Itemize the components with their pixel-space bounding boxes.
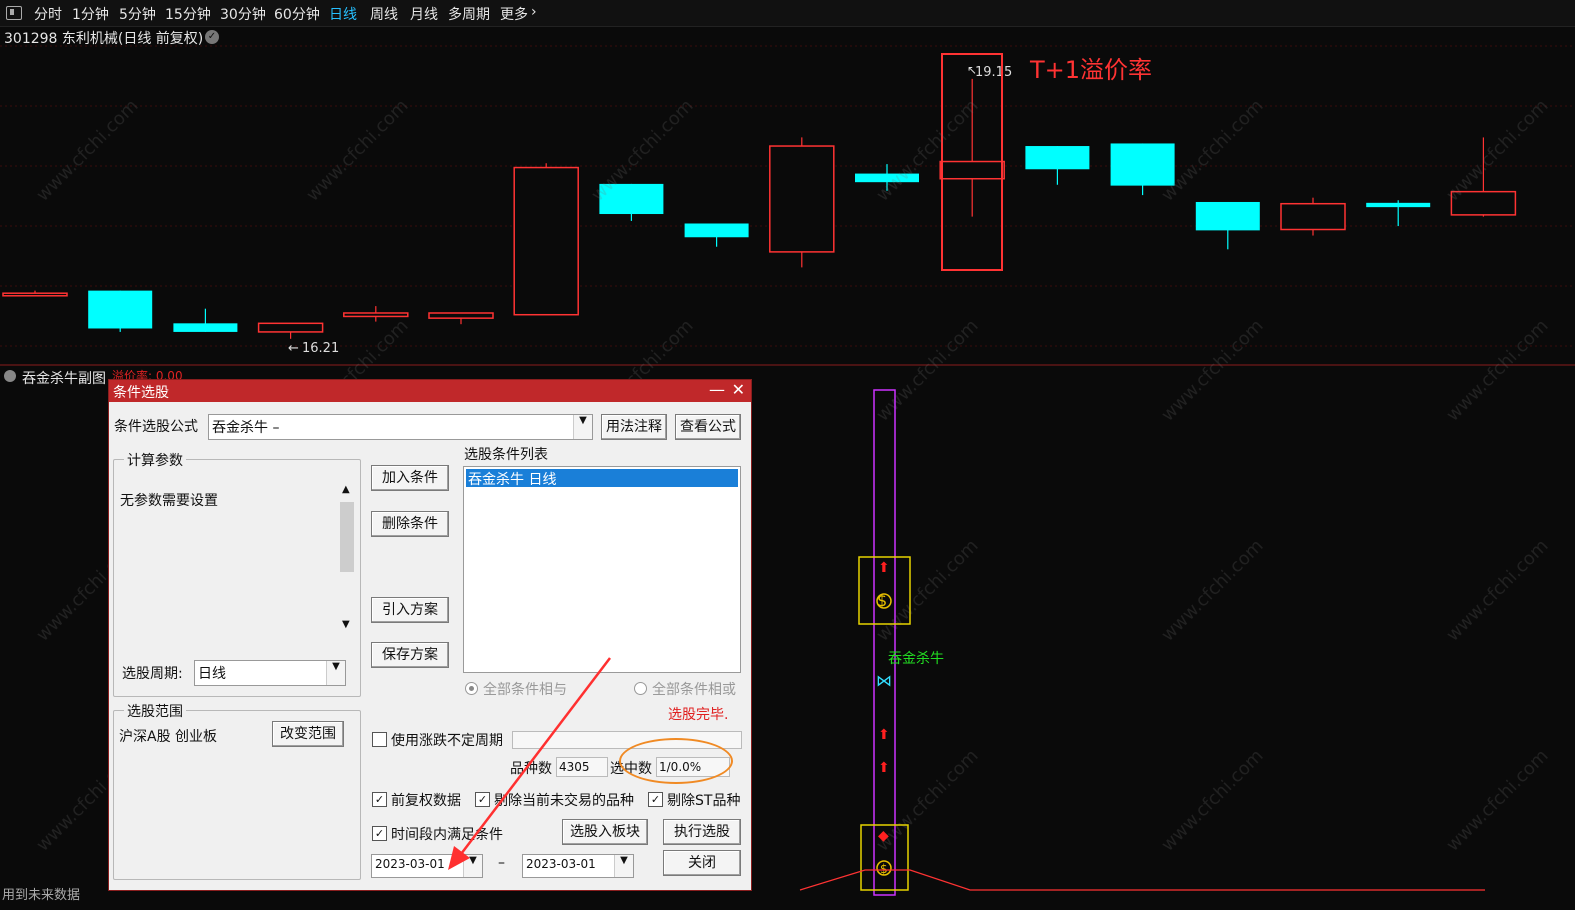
diamond-icon: ◆ [878, 828, 889, 844]
usage-notes-button[interactable]: 用法注释 [601, 414, 667, 440]
candle-body [1280, 202, 1346, 231]
indicator-chart: ⬆ $ 吞金杀牛 ⋈ ⬆ ⬆ ◆ $ [799, 389, 1485, 896]
chevron-up-icon[interactable]: ▲ [342, 484, 350, 495]
candle-body [173, 323, 238, 332]
low-arrow-icon: ← [288, 341, 299, 356]
candle-body [1025, 146, 1090, 170]
arrow-up-icon: ⬆ [878, 727, 890, 743]
view-formula-button[interactable]: 查看公式 [675, 414, 741, 440]
time-range-checkbox[interactable]: ✓ [372, 826, 387, 841]
minimize-icon[interactable]: — [709, 380, 725, 399]
tab-60min[interactable]: 60分钟 [274, 4, 320, 24]
annotation-arrow [448, 657, 611, 870]
add-condition-button[interactable]: 加入条件 [371, 465, 449, 491]
candle-body [1366, 202, 1431, 208]
future-data-label: 用到未来数据 [2, 888, 81, 903]
money-bag-icon: $ [880, 862, 888, 876]
candle-body [1110, 143, 1175, 186]
period-label: 选股周期: [122, 666, 183, 682]
status-text: 选股完毕. [668, 707, 729, 723]
prerights-checkbox[interactable]: ✓ [372, 792, 387, 807]
tab-monthly[interactable]: 月线 [410, 4, 438, 24]
candle-body [257, 322, 324, 333]
highlight-ellipse [619, 738, 733, 784]
chevron-right-icon[interactable]: › [531, 4, 537, 20]
candle-body [1195, 201, 1260, 231]
high-price-label: 19.15 [975, 65, 1012, 80]
low-price-label: 16.21 [302, 341, 339, 356]
candle-body [343, 312, 409, 318]
indicator-line [799, 869, 1485, 891]
candle-body [599, 183, 664, 215]
list-item[interactable]: 吞金杀牛 日线 [466, 469, 738, 488]
butterfly-icon: ⋈ [876, 671, 892, 690]
change-range-button[interactable]: 改变范围 [272, 721, 344, 747]
period-value: 日线 [198, 666, 226, 682]
dialog-title: 条件选股 [113, 385, 169, 401]
tab-daily[interactable]: 日线 [329, 4, 357, 24]
candle-body [1450, 190, 1517, 216]
candle-body [513, 166, 579, 316]
candle-body [684, 223, 749, 238]
signal-column [873, 389, 896, 896]
candle-body [2, 292, 68, 297]
run-selection-button[interactable]: 执行选股 [663, 819, 741, 845]
sub-chart-title: 吞金杀牛副图 [22, 371, 106, 387]
params-group-label: 计算参数 [124, 450, 186, 470]
range-value: 沪深A股 创业板 [119, 729, 218, 745]
condition-list-label: 选股条件列表 [464, 447, 548, 463]
formula-value: 吞金杀牛 – [212, 420, 280, 436]
tab-fenshi[interactable]: 分时 [34, 4, 62, 24]
tab-30min[interactable]: 30分钟 [220, 4, 266, 24]
chevron-down-icon[interactable]: ▼ [342, 619, 350, 630]
range-group-label: 选股范围 [124, 701, 186, 721]
candle-body [855, 173, 919, 183]
scrollbar-thumb[interactable] [340, 502, 354, 572]
arrow-up-icon: ⬆ [878, 760, 890, 776]
period-select[interactable]: 日线 ▼ [194, 660, 346, 686]
close-icon[interactable]: ✕ [732, 380, 745, 399]
dialog-titlebar[interactable]: 条件选股 — ✕ [109, 380, 751, 402]
exclude-st-checkbox[interactable]: ✓ [648, 792, 663, 807]
radio-or-label: 全部条件相或 [652, 682, 736, 698]
signal-label: 吞金杀牛 [888, 651, 944, 667]
tab-1min[interactable]: 1分钟 [72, 4, 109, 24]
use-period-checkbox[interactable] [372, 732, 387, 747]
arrow-up-icon: ⬆ [878, 560, 890, 576]
chevron-down-icon[interactable]: ▼ [326, 661, 345, 685]
formula-select[interactable]: 吞金杀牛 – ▼ [208, 414, 593, 440]
chevron-down-icon[interactable]: ▼ [573, 415, 592, 439]
import-scheme-button[interactable]: 引入方案 [371, 597, 449, 623]
close-button[interactable]: 关闭 [663, 850, 741, 876]
tab-more[interactable]: 更多 [500, 4, 528, 24]
candlestick-chart: 19.15 ↖ 16.21 ← T+1溢价率 [0, 45, 1575, 366]
annotation-text: T+1溢价率 [1029, 56, 1152, 84]
tab-5min[interactable]: 5分钟 [119, 4, 156, 24]
params-group: 计算参数 无参数需要设置 ▲ ▼ 选股周期: 日线 ▼ [113, 450, 361, 697]
tab-multi-period[interactable]: 多周期 [448, 4, 490, 24]
exclude-st-label: 剔除ST品种 [667, 793, 741, 809]
tab-weekly[interactable]: 周线 [370, 4, 398, 24]
panel-toggle-icon[interactable] [6, 6, 22, 20]
condition-list[interactable]: 吞金杀牛 日线 [463, 466, 741, 673]
candle-body [428, 312, 494, 319]
range-group: 选股范围 沪深A股 创业板 改变范围 [113, 701, 361, 880]
sub-chart-icon[interactable] [4, 370, 16, 382]
params-scrollbar[interactable]: ▲ ▼ [338, 482, 356, 632]
period-toolbar: 分时 1分钟 5分钟 15分钟 30分钟 60分钟 日线 周线 月线 多周期 更… [0, 0, 1575, 27]
formula-label: 条件选股公式 [114, 419, 198, 435]
candle-body [769, 145, 835, 253]
candle-body [939, 160, 1005, 180]
no-params-text: 无参数需要设置 [120, 493, 218, 509]
radio-or[interactable] [634, 682, 647, 695]
delete-condition-button[interactable]: 删除条件 [371, 511, 449, 537]
high-arrow-icon: ↖ [967, 63, 977, 77]
tab-15min[interactable]: 15分钟 [165, 4, 211, 24]
candle-body [88, 290, 153, 329]
